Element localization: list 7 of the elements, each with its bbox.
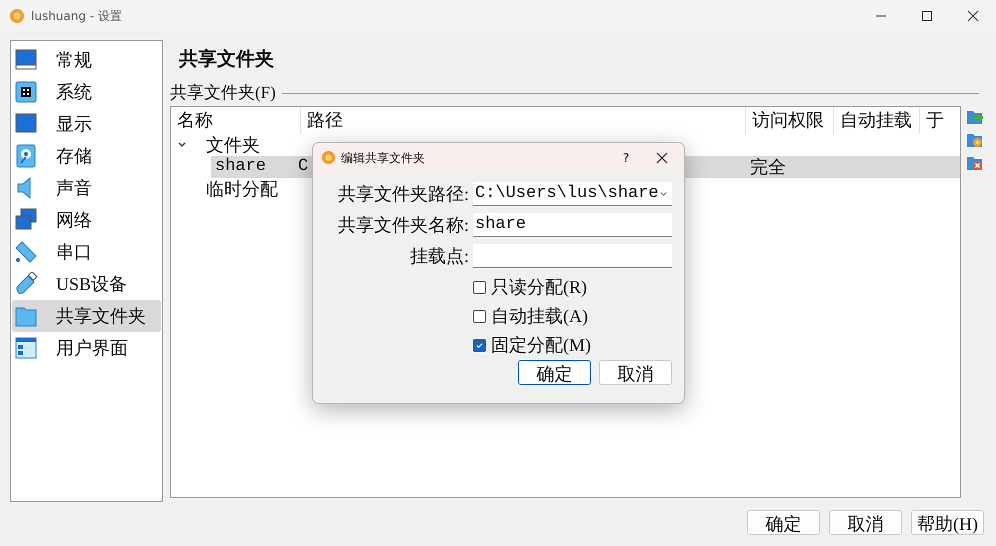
page-title: 共享文件夹 bbox=[178, 48, 275, 72]
field-label: 共享文件夹名称: bbox=[336, 214, 470, 236]
window-title: lushuang - 设置 bbox=[31, 8, 122, 24]
dialog-title: 编辑共享文件夹 bbox=[341, 150, 425, 166]
group-label: 共享文件夹(F) bbox=[170, 82, 276, 104]
field-label: 共享文件夹路径: bbox=[336, 182, 470, 206]
field-label: 挂载点: bbox=[408, 244, 470, 268]
